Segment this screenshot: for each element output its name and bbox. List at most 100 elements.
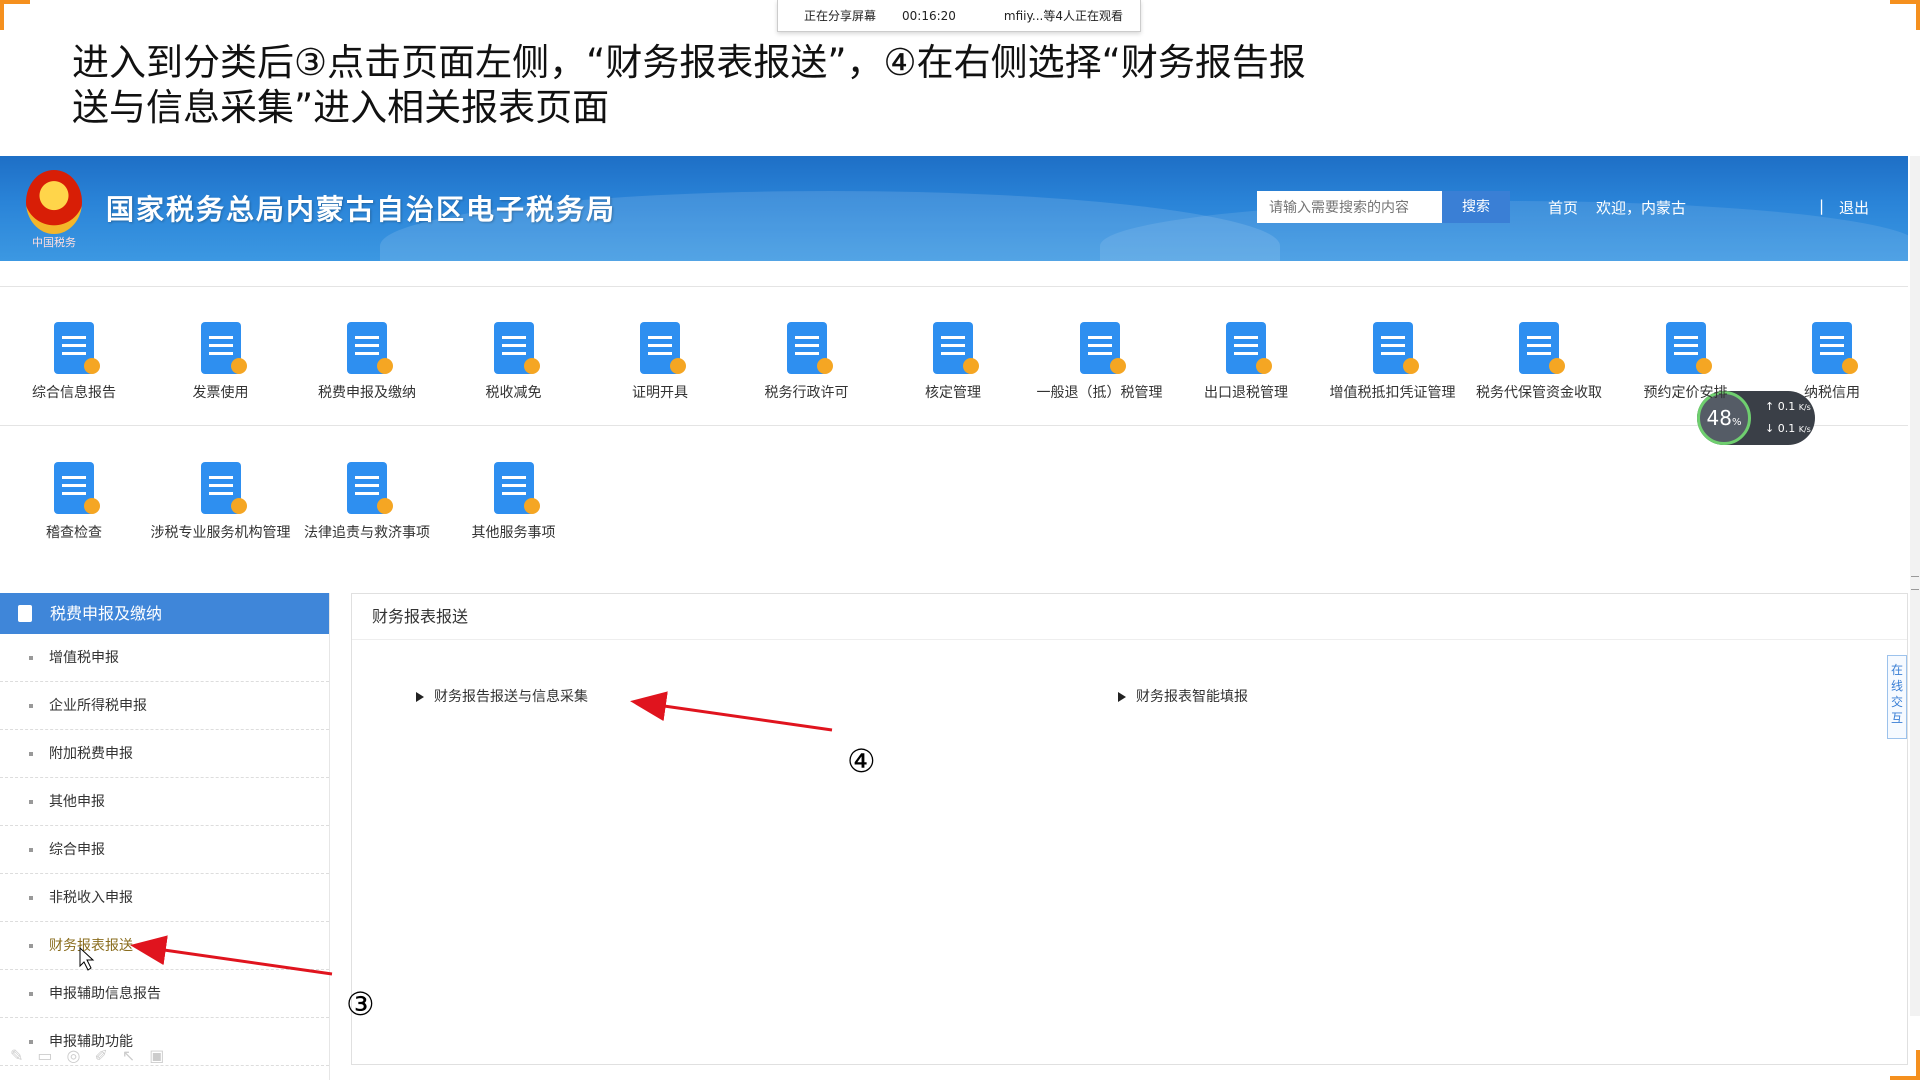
sidebar-item-label: 附加税费申报 [49, 746, 133, 762]
service-tile[interactable]: 核定管理 [880, 320, 1026, 402]
tax-relief-icon [486, 320, 542, 376]
exit-link[interactable]: 退出 [1839, 197, 1869, 218]
service-tile[interactable]: 其他服务事项 [441, 460, 587, 542]
service-tile[interactable]: 综合信息报告 [1, 320, 147, 402]
service-tile-label: 核定管理 [925, 385, 981, 401]
service-tile[interactable]: 稽查检查 [1, 460, 147, 542]
service-tile-label: 综合信息报告 [32, 385, 116, 401]
service-tile[interactable]: 一般退（抵）税管理 [1027, 320, 1173, 402]
service-tile-label: 涉税专业服务机构管理 [150, 525, 291, 541]
sidebar-menu: 税费申报及缴纳 增值税申报企业所得税申报 附加税费申报其他申报综合申报非税收入申报… [0, 593, 330, 1080]
service-tile[interactable]: 证明开具 [587, 320, 733, 402]
service-tile-label: 税务行政许可 [764, 385, 849, 401]
annotation-toolbar[interactable]: ✎▭◎✐↖▣ [10, 1046, 178, 1065]
site-banner: 中国税务 国家税务总局内蒙古自治区电子税务局 搜索 首页 欢迎，内蒙古 | 退出 [0, 156, 1908, 261]
sidebar-item[interactable]: 增值税申报 [0, 634, 329, 682]
step-3-marker: ③ [346, 985, 375, 1023]
sidebar-item[interactable]: 申报辅助信息报告 [0, 970, 329, 1018]
share-status: 正在分享屏幕 [804, 9, 877, 23]
sidebar-item[interactable]: 企业所得税申报 [0, 682, 329, 730]
service-tile-label: 发票使用 [192, 385, 249, 401]
screenshot-root: 正在分享屏幕 00:16:20 mfiiy...等4人正在观看 进入到分类后③点… [0, 0, 1920, 1080]
bullet-icon [29, 944, 33, 948]
sidebar-item[interactable]: 其他申报 [0, 778, 329, 826]
sidebar-item[interactable]: 附加税费申报 [0, 730, 329, 778]
verification-icon [925, 320, 981, 376]
invoice-icon [193, 320, 249, 376]
scrollbar-grip[interactable] [1911, 576, 1919, 590]
sidebar-item-label: 综合申报 [49, 842, 105, 858]
service-tile[interactable]: 涉税专业服务机构管理 [148, 460, 294, 542]
sidebar-item[interactable]: 综合申报 [0, 826, 329, 874]
sidebar-item[interactable]: 非税收入申报 [0, 874, 329, 922]
search-input[interactable] [1257, 191, 1442, 223]
service-tile-label: 税收减免 [485, 385, 542, 401]
page-scrollbar[interactable] [1910, 156, 1920, 1016]
sidebar-item-label: 增值税申报 [49, 650, 119, 666]
share-viewers[interactable]: mfiiy...等4人正在观看 [1004, 7, 1123, 24]
service-tile[interactable]: 税务行政许可 [734, 320, 880, 402]
service-tile-label: 预约定价安排 [1643, 385, 1728, 401]
link-label: 财务报告报送与信息采集 [434, 689, 588, 705]
nav-separator: | [1819, 197, 1825, 215]
document-icon [18, 605, 32, 622]
sidebar-item-label: 企业所得税申报 [49, 698, 147, 714]
service-tile[interactable]: 税费申报及缴纳 [294, 320, 440, 402]
bullet-icon [29, 704, 33, 708]
certificate-folder-icon [632, 320, 688, 376]
search-button[interactable]: 搜索 [1442, 191, 1510, 223]
vat-deduction-icon [1365, 320, 1421, 376]
welcome-text: 欢迎，内蒙古 [1596, 199, 1687, 217]
bullet-icon [29, 992, 33, 996]
link-smart-statement-fill[interactable]: 财务报表智能填报 [1118, 686, 1248, 706]
sidebar-item-label: 申报辅助信息报告 [49, 986, 161, 1002]
handshake-icon [486, 460, 542, 516]
panel-title: 财务报表报送 [352, 594, 1907, 640]
service-tile[interactable]: 发票使用 [148, 320, 294, 402]
instruction-text: 进入到分类后③点击页面左侧，“财务报表报送”，④在右侧选择“财务报告报 送与信息… [72, 40, 1312, 130]
sidebar-item[interactable]: 财务报表报送 [0, 922, 329, 970]
service-tile-label: 一般退（抵）税管理 [1036, 385, 1163, 401]
service-tile[interactable]: 出口退税管理 [1173, 320, 1319, 402]
clipboard-mic-icon [46, 320, 102, 376]
sidebar-header[interactable]: 税费申报及缴纳 [0, 593, 329, 634]
online-chat-tab[interactable]: 在线交互 [1887, 655, 1907, 739]
service-tile[interactable]: 预约定价安排 [1613, 320, 1759, 402]
bullet-icon [29, 896, 33, 900]
service-tile-label: 纳税信用 [1804, 385, 1860, 401]
content-panel: 财务报表报送 财务报告报送与信息采集 财务报表智能填报 [351, 593, 1908, 1065]
expand-triangle-icon [1118, 692, 1126, 702]
screen-share-bar: 正在分享屏幕 00:16:20 mfiiy...等4人正在观看 [777, 0, 1141, 32]
service-tile[interactable]: 纳税信用 [1759, 320, 1905, 402]
service-tile[interactable]: 税收减免 [441, 320, 587, 402]
expand-triangle-icon [416, 692, 424, 702]
sidebar-item-label: 非税收入申报 [49, 890, 133, 906]
share-time: 00:16:20 [902, 8, 956, 23]
service-tile-label: 税务代保管资金收取 [1476, 385, 1602, 401]
bullet-icon [29, 752, 33, 756]
service-tile[interactable]: 增值税抵扣凭证管理 [1320, 320, 1466, 402]
sidebar-items: 增值税申报企业所得税申报 附加税费申报其他申报综合申报非税收入申报 财务报表报送申报… [0, 634, 329, 1066]
instruction-line-2: 送与信息采集”进入相关报表页面 [72, 86, 610, 129]
sidebar-item-label: 财务报表报送 [49, 938, 133, 954]
link-financial-report-submission[interactable]: 财务报告报送与信息采集 [416, 686, 588, 706]
corner-marker [0, 0, 30, 30]
bullet-icon [29, 848, 33, 852]
export-refund-icon [1218, 320, 1274, 376]
service-tile[interactable]: 税务代保管资金收取 [1466, 320, 1612, 402]
credit-shield-icon [1804, 320, 1860, 376]
coin-stack-icon [1511, 320, 1567, 376]
corner-marker [1890, 0, 1920, 30]
instruction-line-1: 进入到分类后③点击页面左侧，“财务报表报送”，④在右侧选择“财务报告报 [72, 41, 1306, 84]
bullet-icon [29, 1040, 33, 1044]
sidebar-header-label: 税费申报及缴纳 [50, 604, 163, 623]
bullet-icon [29, 800, 33, 804]
service-tile-label: 出口退税管理 [1204, 385, 1288, 401]
tax-payment-icon [339, 320, 395, 376]
service-tile-label: 法律追责与救济事项 [304, 525, 430, 541]
service-tile[interactable]: 法律追责与救济事项 [294, 460, 440, 542]
home-link[interactable]: 首页 [1548, 197, 1578, 218]
refund-gear-icon [1072, 320, 1128, 376]
calendar-check-icon [1658, 320, 1714, 376]
service-tile-label: 税费申报及缴纳 [318, 385, 416, 401]
